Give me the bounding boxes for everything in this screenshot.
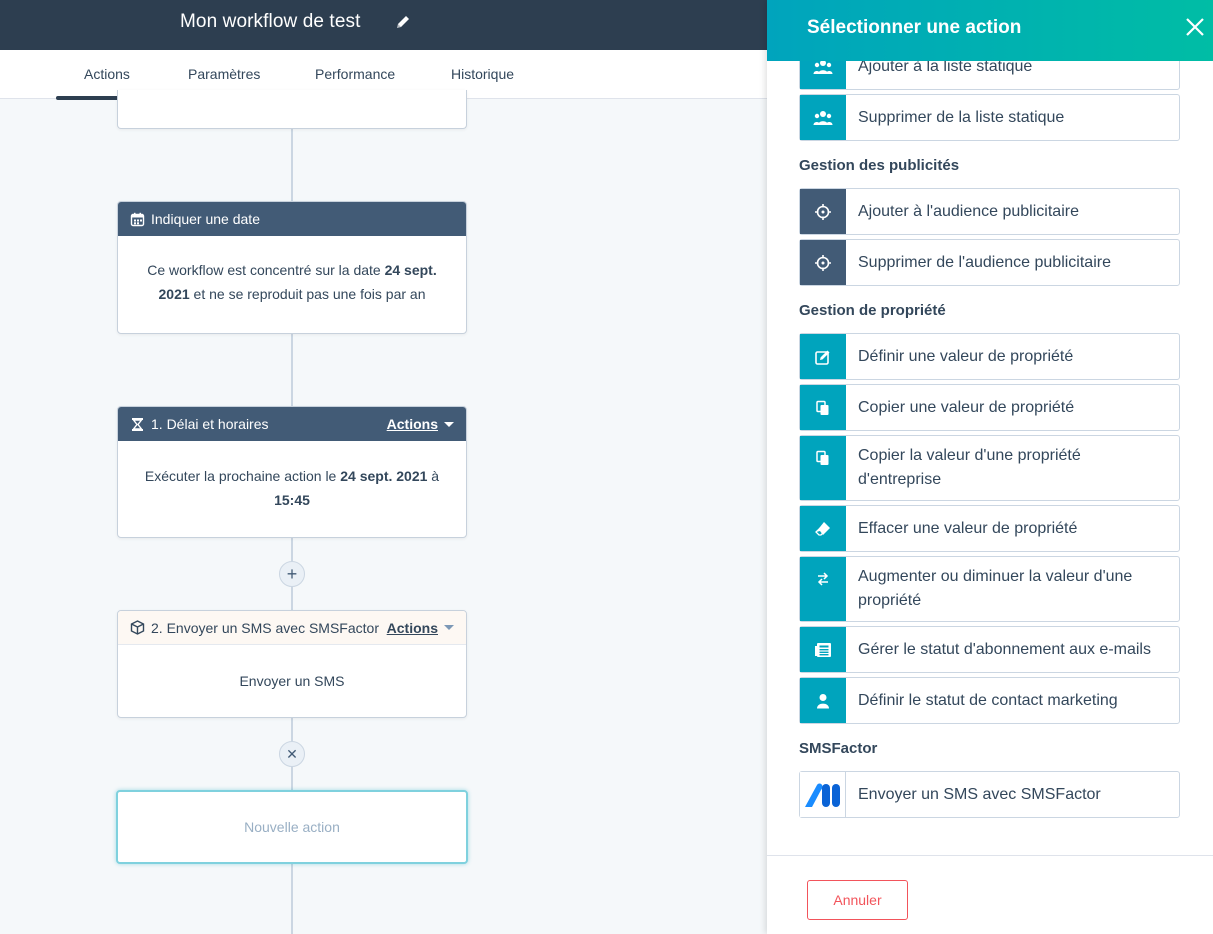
calendar-icon (130, 212, 145, 227)
actions-dropdown[interactable]: Actions (387, 416, 454, 432)
option-copy-property[interactable]: Copier une valeur de propriété (799, 384, 1180, 431)
workflow-title[interactable]: Mon workflow de test (180, 11, 360, 33)
card-body: Ce workflow est concentré sur la date 24… (118, 236, 466, 306)
actions-dropdown[interactable]: Actions (387, 620, 454, 636)
tab-parametres[interactable]: Paramètres (188, 66, 260, 82)
card-body: Envoyer un SMS (239, 673, 345, 689)
option-label: Envoyer un SMS avec SMSFactor (858, 785, 1101, 803)
caret-down-icon (444, 625, 454, 630)
option-label: Définir une valeur de propriété (858, 347, 1074, 365)
remove-branch-button[interactable]: ✕ (279, 741, 305, 767)
copy-icon (800, 436, 846, 500)
option-label: Copier une valeur de propriété (858, 398, 1075, 416)
option-set-property[interactable]: Définir une valeur de propriété (799, 333, 1180, 380)
option-marketing-contact-status[interactable]: Définir le statut de contact marketing (799, 677, 1180, 724)
card-text: Ce workflow est concentré sur la date (147, 262, 385, 278)
previous-card[interactable] (117, 90, 467, 129)
cube-icon (130, 620, 145, 635)
card-text: et ne se reproduit pas une fois par an (189, 286, 426, 302)
eraser-icon (800, 506, 846, 551)
sms-action-card[interactable]: 2. Envoyer un SMS avec SMSFactor Actions… (117, 610, 467, 718)
people-icon (800, 95, 846, 140)
section-title-ads: Gestion des publicités (799, 157, 960, 174)
option-label: Définir le statut de contact marketing (858, 691, 1118, 709)
option-label: Supprimer de l'audience publicitaire (858, 253, 1111, 271)
date-trigger-card[interactable]: Indiquer une date Ce workflow est concen… (117, 201, 467, 334)
card-title: 2. Envoyer un SMS avec SMSFactor (151, 619, 379, 636)
card-time: 15:45 (274, 492, 310, 508)
card-text: Exécuter la prochaine action le (144, 468, 341, 484)
option-clear-property[interactable]: Effacer une valeur de propriété (799, 505, 1180, 552)
tab-actions[interactable]: Actions (84, 66, 130, 82)
option-remove-ad-audience[interactable]: Supprimer de l'audience publicitaire (799, 239, 1180, 286)
option-send-sms-smsfactor[interactable]: Envoyer un SMS avec SMSFactor (799, 771, 1180, 818)
hourglass-icon (130, 417, 145, 432)
newsletter-icon (800, 627, 846, 672)
smsfactor-logo-icon (800, 772, 846, 817)
card-title: 1. Délai et horaires (151, 416, 269, 432)
select-action-panel: Ajouter à la liste statique Supprimer de… (767, 0, 1213, 934)
actions-label: Actions (386, 619, 438, 636)
option-add-ad-audience[interactable]: Ajouter à l'audience publicitaire (799, 188, 1180, 235)
delay-action-card[interactable]: 1. Délai et horaires Actions Exécuter la… (117, 406, 467, 538)
target-icon (800, 240, 846, 285)
card-header: 2. Envoyer un SMS avec SMSFactor Actions (118, 611, 466, 645)
caret-down-icon (444, 421, 454, 427)
swap-arrows-icon (800, 557, 846, 621)
close-icon: ✕ (286, 745, 298, 762)
pencil-icon[interactable] (394, 13, 412, 31)
connector-line (291, 333, 293, 407)
card-date: 24 sept. 2021 (340, 468, 428, 484)
section-title-smsfactor: SMSFactor (799, 740, 878, 757)
option-email-subscription[interactable]: Gérer le statut d'abonnement aux e-mails (799, 626, 1180, 673)
card-header: 1. Délai et horaires Actions (118, 407, 466, 441)
card-text: à (427, 468, 440, 484)
card-title: Indiquer une date (151, 211, 260, 227)
edit-icon (800, 334, 846, 379)
panel-title: Sélectionner une action (807, 17, 1022, 38)
app-header: Mon workflow de test (0, 0, 767, 50)
option-label: Supprimer de la liste statique (858, 108, 1065, 126)
option-label: Effacer une valeur de propriété (858, 519, 1078, 537)
close-icon[interactable] (1185, 17, 1205, 37)
option-label: Ajouter à l'audience publicitaire (858, 202, 1079, 220)
option-label: Copier la valeur d'une propriété d'entre… (858, 447, 1081, 488)
option-copy-company-property[interactable]: Copier la valeur d'une propriété d'entre… (799, 435, 1180, 501)
copy-icon (800, 385, 846, 430)
connector-line (291, 128, 293, 202)
card-header: Indiquer une date (118, 202, 466, 236)
option-remove-static-list[interactable]: Supprimer de la liste statique (799, 94, 1180, 141)
option-increment-property[interactable]: Augmenter ou diminuer la valeur d'une pr… (799, 556, 1180, 622)
add-action-button[interactable]: + (279, 561, 305, 587)
plus-icon: + (286, 563, 298, 584)
option-label: Gérer le statut d'abonnement aux e-mails (858, 640, 1151, 658)
contact-icon (800, 678, 846, 723)
tab-performance[interactable]: Performance (315, 66, 395, 82)
option-label: Augmenter ou diminuer la valeur d'une pr… (858, 568, 1133, 609)
target-icon (800, 189, 846, 234)
cancel-button[interactable]: Annuler (807, 880, 908, 920)
new-action-label: Nouvelle action (244, 819, 340, 835)
panel-footer: Annuler (767, 855, 1213, 934)
new-action-placeholder[interactable]: Nouvelle action (116, 790, 468, 864)
connector-line (291, 864, 293, 934)
actions-label: Actions (386, 416, 438, 432)
tab-historique[interactable]: Historique (451, 66, 514, 82)
card-body: Exécuter la prochaine action le 24 sept.… (118, 441, 466, 512)
panel-header: Sélectionner une action (767, 0, 1213, 61)
section-title-properties: Gestion de propriété (799, 302, 946, 319)
